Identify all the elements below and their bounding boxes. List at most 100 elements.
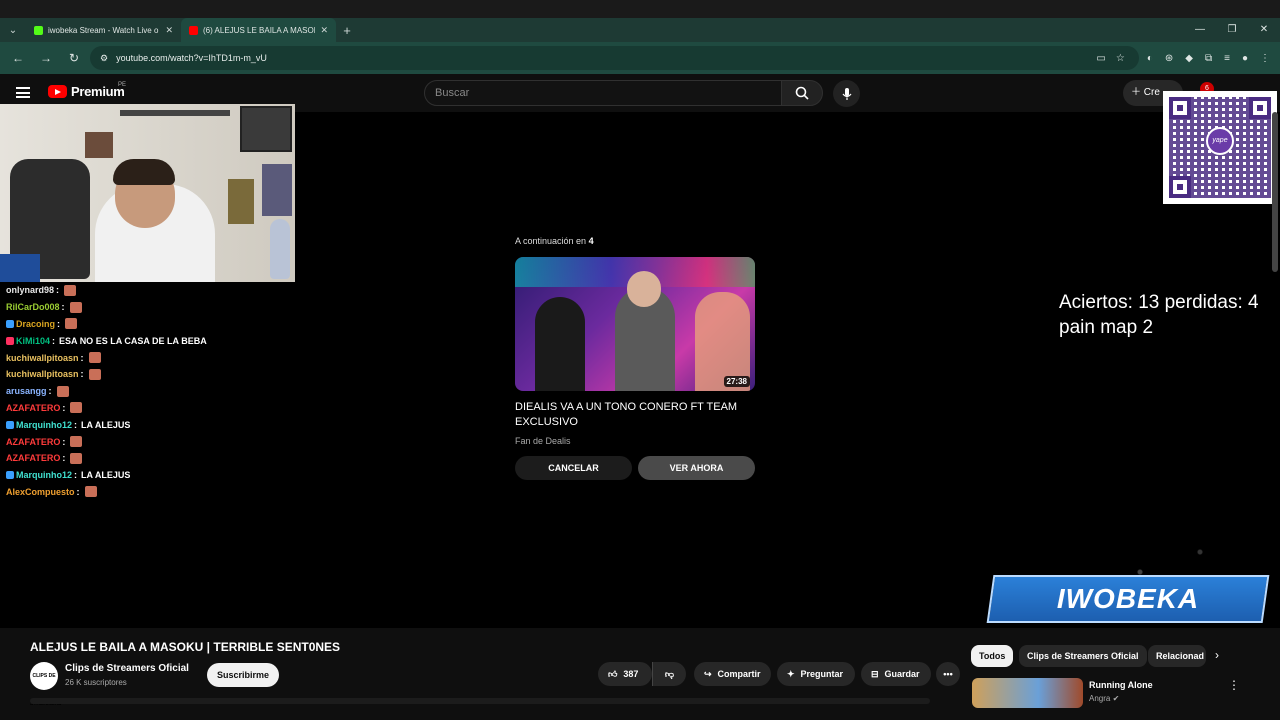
save-label: Guardar bbox=[884, 669, 920, 679]
related-thumbnail[interactable] bbox=[972, 678, 1083, 708]
qr-finder bbox=[1249, 97, 1271, 119]
chip-related[interactable]: Relacionad bbox=[1148, 645, 1206, 667]
close-tab-icon[interactable]: ✕ bbox=[165, 25, 173, 36]
upnext-thumbnail[interactable]: 27:38 bbox=[515, 257, 755, 391]
menu-dots-icon[interactable]: ⋮ bbox=[1260, 53, 1270, 64]
webcam-poster bbox=[228, 179, 254, 224]
thumbnail-figure-head bbox=[627, 271, 661, 307]
chat-separator: : bbox=[80, 369, 84, 380]
watch-now-button[interactable]: VER AHORA bbox=[638, 456, 755, 480]
save-button[interactable]: ⊟ Guardar bbox=[861, 662, 931, 686]
duration-badge: 27:38 bbox=[723, 376, 750, 387]
tab-title: (6) ALEJUS LE BAILA A MASOKI bbox=[203, 25, 316, 35]
more-actions-button[interactable]: ••• bbox=[936, 662, 960, 686]
page-scrollbar[interactable] bbox=[1272, 112, 1278, 272]
chat-separator: : bbox=[62, 453, 66, 464]
tab-kick-stream[interactable]: iwobeka Stream - Watch Live o ✕ bbox=[26, 18, 181, 42]
url-text[interactable]: youtube.com/watch?v=IhTD1m-m_vU bbox=[116, 53, 267, 63]
related-more-icon[interactable]: ⋮ bbox=[1228, 678, 1240, 692]
thumbnail-figure bbox=[535, 297, 585, 391]
cast-icon[interactable]: ▭ bbox=[1096, 53, 1105, 64]
close-window-button[interactable]: ✕ bbox=[1248, 18, 1280, 42]
chat-username: onlynard98 bbox=[6, 285, 55, 296]
new-tab-button[interactable]: + bbox=[336, 23, 358, 38]
chat-message: AZAFATERO : bbox=[6, 400, 286, 417]
address-bar-row: ← → ↻ ⚙ youtube.com/watch?v=IhTD1m-m_vU … bbox=[0, 42, 1280, 74]
hamburger-menu-icon[interactable] bbox=[16, 87, 30, 98]
ask-label: Preguntar bbox=[800, 669, 844, 679]
share-button[interactable]: ↪ Compartir bbox=[694, 662, 771, 686]
minimize-button[interactable]: — bbox=[1184, 18, 1216, 42]
chip-all[interactable]: Todos bbox=[971, 645, 1014, 667]
profile-avatar[interactable]: ● bbox=[1242, 53, 1248, 64]
chat-username: arusangg bbox=[6, 386, 47, 397]
chat-emote-icon bbox=[64, 284, 77, 296]
chat-emote-icon bbox=[70, 436, 83, 448]
chat-username: AlexCompuesto bbox=[6, 486, 75, 497]
dislike-button[interactable]: 👎︎ bbox=[652, 662, 686, 686]
youtube-play-icon bbox=[48, 85, 67, 98]
chat-emote-icon bbox=[56, 385, 69, 397]
restore-button[interactable]: ❐ bbox=[1216, 18, 1248, 42]
cancel-autoplay-button[interactable]: CANCELAR bbox=[515, 456, 632, 480]
chat-badge-icon bbox=[6, 420, 14, 429]
score-line: Aciertos: 13 perdidas: 4 bbox=[1059, 292, 1259, 313]
related-title[interactable]: Running Alone bbox=[1089, 680, 1153, 690]
more-dots-icon: ••• bbox=[943, 669, 953, 679]
chat-message: AZAFATERO : bbox=[6, 450, 286, 467]
share-icon: ↪ bbox=[704, 668, 712, 679]
back-button[interactable]: ← bbox=[6, 51, 30, 65]
bookmark-star-icon[interactable]: ☆ bbox=[1116, 53, 1125, 64]
chat-message: arusangg : bbox=[6, 383, 286, 400]
extension-icon[interactable]: ⊛ bbox=[1165, 53, 1173, 64]
upnext-title[interactable]: DIEALIS VA A UN TONO CONERO FT TEAM EXCL… bbox=[515, 400, 755, 430]
search-button[interactable] bbox=[781, 80, 823, 106]
chat-text: LA ALEJUS bbox=[81, 470, 131, 481]
chat-emote-icon bbox=[70, 452, 83, 464]
voice-search-button[interactable] bbox=[833, 80, 860, 107]
logo-text: Premium bbox=[71, 84, 125, 99]
extension-icon[interactable]: ◐ bbox=[1147, 53, 1153, 64]
chat-emote-icon bbox=[69, 301, 82, 313]
extension-icon[interactable]: ◆ bbox=[1185, 53, 1193, 64]
window-controls: — ❐ ✕ bbox=[1184, 18, 1280, 42]
banner-text: IWOBEKA bbox=[1056, 583, 1200, 614]
channel-name[interactable]: Clips de Streamers Oficial bbox=[65, 663, 189, 674]
ask-button[interactable]: ✦ Preguntar bbox=[777, 662, 855, 686]
reload-button[interactable]: ↻ bbox=[62, 51, 86, 65]
chat-separator: : bbox=[62, 402, 66, 413]
close-tab-icon[interactable]: ✕ bbox=[320, 25, 328, 36]
chevron-right-icon[interactable]: › bbox=[1215, 648, 1219, 662]
chat-separator: : bbox=[74, 419, 78, 430]
subscribe-button[interactable]: Suscribirme bbox=[207, 663, 279, 687]
chat-username: AZAFATERO bbox=[6, 436, 61, 447]
qr-finder bbox=[1169, 176, 1191, 198]
chat-separator: : bbox=[52, 335, 56, 346]
like-button[interactable]: 👍︎ 387 bbox=[598, 662, 652, 686]
media-icon[interactable]: ≡ bbox=[1224, 53, 1230, 64]
site-info-icon[interactable]: ⚙ bbox=[100, 53, 108, 64]
chat-emote-icon bbox=[88, 352, 101, 364]
chat-emote-icon bbox=[70, 402, 83, 414]
related-channel: Angra ✔ bbox=[1089, 694, 1119, 703]
url-bar[interactable]: ⚙ youtube.com/watch?v=IhTD1m-m_vU ▭ ☆ bbox=[90, 46, 1139, 70]
forward-button[interactable]: → bbox=[34, 51, 58, 65]
iwobeka-banner: IWOBEKA bbox=[986, 575, 1270, 623]
youtube-premium-logo[interactable]: Premium PE bbox=[48, 82, 126, 99]
create-label: Cre bbox=[1143, 87, 1160, 98]
youtube-favicon-icon bbox=[189, 25, 198, 35]
tab-title: iwobeka Stream - Watch Live o bbox=[48, 25, 159, 35]
search-input[interactable]: Buscar bbox=[424, 80, 782, 106]
webcam-shelf bbox=[120, 110, 230, 116]
chat-separator: : bbox=[80, 352, 84, 363]
tab-youtube-video[interactable]: (6) ALEJUS LE BAILA A MASOKI ✕ bbox=[181, 18, 336, 42]
sparkle-icon: ✦ bbox=[787, 668, 795, 679]
tab-search-dropdown[interactable]: ⌄ bbox=[0, 18, 26, 42]
channel-avatar[interactable]: CLIPS DE STREAMERS bbox=[30, 662, 61, 707]
puzzle-icon[interactable]: ⧉ bbox=[1205, 53, 1212, 64]
chat-separator: : bbox=[61, 302, 65, 313]
share-label: Compartir bbox=[717, 669, 761, 679]
chat-badge-icon bbox=[6, 336, 14, 345]
chat-separator: : bbox=[48, 386, 52, 397]
chip-channel[interactable]: Clips de Streamers Oficial bbox=[1019, 645, 1147, 667]
